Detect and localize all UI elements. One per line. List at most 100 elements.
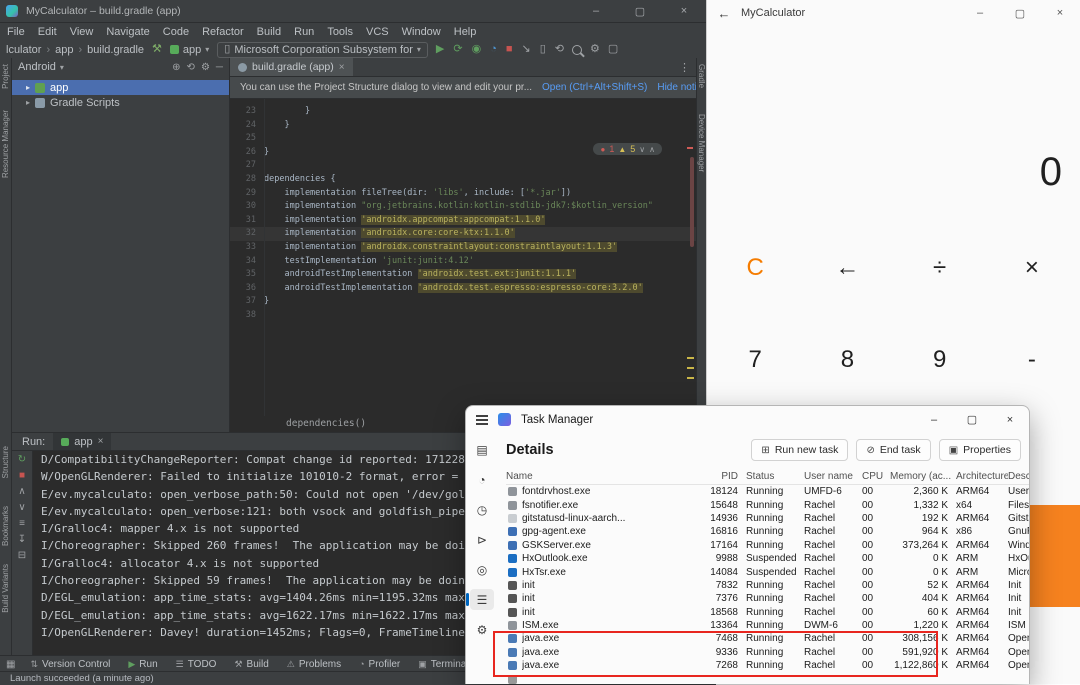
performance-icon[interactable]: ◔ [470,469,494,490]
ide-titlebar[interactable]: MyCalculator – build.gradle (app) – ▢ × [0,0,706,23]
properties-button[interactable]: ▣ Properties [939,439,1021,461]
device-selector[interactable]: ▯ Microsoft Corporation Subsystem for ▾ [217,42,428,58]
calc-button-minus[interactable]: - [986,314,1078,406]
inspections-widget[interactable]: ● 1 ▲ 5 ∨ ∧ [593,143,662,155]
soft-wrap-icon[interactable]: ≡ [19,519,25,529]
close-button[interactable]: × [662,0,706,22]
processes-icon[interactable]: ▤ [470,439,494,460]
column-header[interactable]: User name [804,471,862,482]
menu-item[interactable]: VCS [366,26,389,38]
hide-panel-icon[interactable]: ─ [216,62,223,73]
column-header[interactable]: Status [746,471,804,482]
toolwindow-resource-manager-stripe[interactable]: Resource Manager [1,110,10,178]
menu-item[interactable]: Tools [327,26,353,38]
calc-button-multiply[interactable]: × [986,222,1078,314]
minimize-button[interactable]: – [915,406,953,433]
toolwindow-run[interactable]: ▶ Run [119,656,166,672]
menu-item[interactable]: Edit [38,26,57,38]
menu-item[interactable]: View [70,26,94,38]
close-icon[interactable]: × [98,436,104,447]
menu-item[interactable]: Navigate [106,26,149,38]
editor-options-icon[interactable]: ⋮ [679,61,696,74]
toolwindow-device-manager-stripe[interactable]: Device Manager [697,114,706,172]
services-icon[interactable]: ⚙ [470,619,494,640]
next-problem-icon[interactable]: ∨ [639,145,645,154]
toolwindow-version-control[interactable]: ⇅ Version Control [21,656,119,672]
menu-item[interactable]: File [7,26,25,38]
calc-button-7[interactable]: 7 [709,314,801,406]
calc-button-8[interactable]: 8 [801,314,893,406]
breadcrumb-item[interactable]: build.gradle [74,44,145,56]
open-project-structure-link[interactable]: Open (Ctrl+Alt+Shift+S) [542,82,647,93]
column-header[interactable]: PID [702,471,746,482]
sync-project-icon[interactable]: ⟲ [555,44,564,55]
toolwindow-switcher-icon[interactable]: ▦ [0,659,21,670]
column-header[interactable]: Memory (ac... [890,471,956,482]
toolwindow-build-variants-stripe[interactable]: Build Variants [1,564,10,613]
code-line[interactable]: 34 testImplementation 'junit:junit:4.12' [230,255,696,269]
clear-console-icon[interactable]: ⊟ [18,551,26,561]
code-line[interactable]: 37 } [230,295,696,309]
panel-settings-icon[interactable]: ⚙ [201,62,210,73]
down-stack-icon[interactable]: ∨ [18,503,25,513]
code-line[interactable]: 35 androidTestImplementation 'androidx.t… [230,268,696,282]
run-new-task-button[interactable]: ⊞ Run new task [751,439,848,461]
expand-arrow-icon[interactable]: ▸ [26,83,30,92]
menu-item[interactable]: Help [454,26,477,38]
code-line[interactable]: 38 [230,309,696,323]
device-manager-icon[interactable]: ▯ [540,44,546,55]
menu-item[interactable]: Refactor [202,26,244,38]
calc-button-9[interactable]: 9 [894,314,986,406]
column-header[interactable]: Architecture [956,471,1008,482]
run-icon[interactable]: ▶ [436,44,444,55]
run-config-selector[interactable]: app ▾ [170,44,209,56]
app-history-icon[interactable]: ◷ [470,499,494,520]
expand-all-icon[interactable]: ⊕ [172,62,180,73]
code-line[interactable]: 28 dependencies { [230,173,696,187]
process-row[interactable]: java.exe 9336 Running Rachel 00 591,920 … [506,646,1029,659]
settings-icon[interactable]: ⚙ [590,44,600,55]
toolwindow-profiler[interactable]: ◔ Profiler [350,656,409,672]
process-row[interactable]: init 18568 Running Rachel 00 60 K ARM64 … [506,606,1029,619]
minimize-button[interactable]: – [960,0,1000,26]
attach-debugger-icon[interactable]: ↘ [522,44,531,55]
toolwindow-build[interactable]: ⚒ Build [225,656,277,672]
back-icon[interactable]: ← [707,6,741,21]
maximize-button[interactable]: ▢ [618,0,662,22]
close-button[interactable]: × [991,406,1029,433]
calc-button-equals[interactable] [1029,505,1080,607]
project-tree-item[interactable]: ▸ Gradle Scripts [12,95,229,110]
code-area[interactable]: 23 } 24 } 25 [230,99,696,416]
project-view-selector[interactable]: Android [18,61,56,73]
process-row[interactable]: ISM.exe 13364 Running DWM-6 00 1,220 K A… [506,619,1029,632]
column-header[interactable]: CPU [862,471,890,482]
stop-icon[interactable]: ■ [19,471,25,481]
maximize-button[interactable]: ▢ [1000,0,1040,26]
process-row[interactable]: fontdrvhost.exe 18124 Running UMFD-6 00 … [506,485,1029,498]
task-manager-titlebar[interactable]: Task Manager – ▢ × [466,406,1029,433]
toolwindow-gradle-stripe[interactable]: Gradle [697,64,706,88]
code-line[interactable]: 24 } [230,119,696,133]
layout-icon[interactable]: ▢ [608,44,618,55]
startup-apps-icon[interactable]: ⊳ [470,529,494,550]
details-icon[interactable]: ☰ [470,589,494,610]
code-line[interactable]: 31 implementation 'androidx.appcompat:ap… [230,214,696,228]
process-row[interactable]: java.exe 7468 Running Rachel 00 308,156 … [506,632,1029,645]
code-line[interactable]: 30 implementation "org.jetbrains.kotlin:… [230,200,696,214]
up-stack-icon[interactable]: ∧ [18,487,25,497]
process-row[interactable]: HxTsr.exe 14084 Suspended Rachel 00 0 K … [506,565,1029,578]
code-line[interactable]: 33 implementation 'androidx.constraintla… [230,241,696,255]
users-icon[interactable]: ◎ [470,559,494,580]
toolwindow-todo[interactable]: ☰ TODO [167,656,226,672]
prev-problem-icon[interactable]: ∧ [649,145,655,154]
code-line[interactable]: 32 implementation 'androidx.core:core-kt… [230,227,696,241]
breadcrumb-item[interactable]: lculator [6,44,41,56]
process-row[interactable]: HxOutlook.exe 9988 Suspended Rachel 00 0… [506,552,1029,565]
column-header[interactable]: Description [1008,471,1029,482]
editor-tab[interactable]: build.gradle (app) × [230,58,353,76]
calc-button-backspace[interactable]: ← [801,222,893,314]
close-button[interactable]: × [1040,0,1080,26]
profiler-icon[interactable]: ◔ [490,44,497,55]
maximize-button[interactable]: ▢ [953,406,991,433]
process-row[interactable]: init 7376 Running Rachel 00 404 K ARM64 … [506,592,1029,605]
